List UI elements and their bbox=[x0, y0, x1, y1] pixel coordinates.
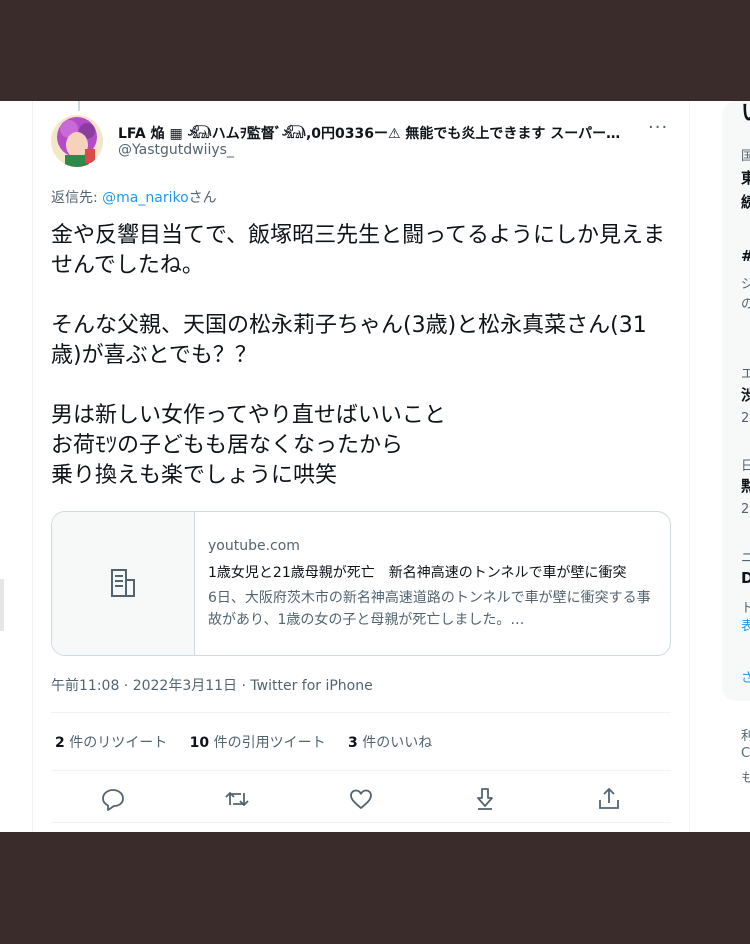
sidebar-text: ニ bbox=[741, 551, 750, 566]
reply-context: 返信先: @ma_narikoさん bbox=[51, 187, 217, 207]
bottom-frame-bar bbox=[0, 832, 750, 944]
sidebar-text: ジ bbox=[741, 277, 750, 292]
sidebar-trend[interactable]: D bbox=[741, 569, 750, 587]
sidebar-trend[interactable]: # bbox=[741, 247, 750, 265]
like-icon[interactable] bbox=[343, 781, 379, 817]
tweet-stats: 2 件のリツイート 10 件の引用ツイート 3 件のいいね bbox=[55, 732, 450, 752]
retweets-count: 2 bbox=[55, 735, 65, 751]
sidebar-footer[interactable]: も bbox=[741, 767, 750, 786]
card-title: 1歳女児と21歳母親が死亡 新名神高速のトンネルで車が壁に衝突 bbox=[208, 565, 627, 581]
user-handle[interactable]: @Yastgutdwiiys_ bbox=[118, 142, 234, 158]
sidebar-text: エ bbox=[741, 367, 750, 382]
sidebar-text: 2, bbox=[741, 411, 750, 426]
sidebar-heading: い bbox=[741, 101, 750, 127]
retweets-stat[interactable]: 2 件のリツイート bbox=[55, 735, 167, 751]
divider bbox=[51, 770, 671, 771]
sidebar-trend[interactable]: 渋 bbox=[741, 384, 750, 405]
sidebar-text: 国 bbox=[741, 149, 750, 164]
divider bbox=[51, 822, 671, 823]
sidebar-link[interactable]: 表 bbox=[741, 615, 750, 634]
sidebar-trend[interactable]: 続 bbox=[741, 191, 750, 212]
reply-suffix: さん bbox=[188, 190, 217, 206]
tweet-page: LFA 焔 ▦ 𓃰ハムｦ監督ﾞ𓃰,0円0336ー⚠ 無能でも炎上できます スーパ… bbox=[0, 101, 750, 832]
more-options-icon[interactable]: ··· bbox=[648, 117, 668, 138]
left-edge-tab bbox=[0, 579, 4, 631]
sidebar-text: 2, bbox=[741, 502, 750, 517]
reply-icon[interactable] bbox=[95, 781, 131, 817]
retweet-icon[interactable] bbox=[219, 781, 255, 817]
card-description: 6日、大阪府茨木市の新名神高速道路のトンネルで車が壁に衝突する事故があり、1歳の… bbox=[208, 590, 651, 628]
sidebar-trend[interactable]: 東 bbox=[741, 167, 750, 188]
divider bbox=[51, 712, 671, 713]
sidebar-trend[interactable]: 黙 bbox=[741, 475, 750, 496]
sidebar-show-more[interactable]: さ bbox=[741, 667, 750, 686]
link-card[interactable]: youtube.com 1歳女児と21歳母親が死亡 新名神高速のトンネルで車が壁… bbox=[51, 511, 671, 656]
sidebar-text: 日 bbox=[741, 459, 750, 474]
quotes-stat[interactable]: 10 件の引用ツイート bbox=[190, 735, 326, 751]
quotes-label: 件の引用ツイート bbox=[209, 735, 326, 751]
tweet-text: 金や反響目当てで、飯塚昭三先生と闘ってるようにしか見えませんでしたね。 そんな父… bbox=[51, 223, 666, 488]
thread-line bbox=[78, 101, 80, 111]
sidebar-text: ト bbox=[741, 601, 750, 616]
avatar[interactable] bbox=[51, 115, 103, 167]
top-frame-bar bbox=[0, 0, 750, 101]
sidebar-footer[interactable]: 利 bbox=[741, 725, 750, 744]
card-domain: youtube.com bbox=[208, 538, 300, 554]
share-icon[interactable] bbox=[591, 781, 627, 817]
likes-label: 件のいいね bbox=[357, 735, 433, 751]
display-name[interactable]: LFA 焔 ▦ 𓃰ハムｦ監督ﾞ𓃰,0円0336ー⚠ 無能でも炎上できます スーパ… bbox=[118, 119, 628, 143]
retweets-label: 件のリツイート bbox=[64, 735, 168, 751]
reply-prefix: 返信先: bbox=[51, 190, 103, 206]
likes-count: 3 bbox=[348, 735, 358, 751]
tweet-timestamp[interactable]: 午前11:08 · 2022年3月11日 · Twitter for iPhon… bbox=[51, 675, 373, 695]
sidebar-footer[interactable]: C bbox=[741, 746, 750, 761]
action-bar bbox=[51, 781, 671, 817]
bookmark-icon[interactable] bbox=[467, 781, 503, 817]
card-thumbnail bbox=[52, 512, 195, 655]
reply-handle-link[interactable]: @ma_nariko bbox=[102, 190, 189, 206]
sidebar-text: の bbox=[741, 297, 750, 312]
document-icon bbox=[111, 569, 135, 597]
likes-stat[interactable]: 3 件のいいね bbox=[348, 735, 432, 751]
quotes-count: 10 bbox=[189, 735, 210, 751]
